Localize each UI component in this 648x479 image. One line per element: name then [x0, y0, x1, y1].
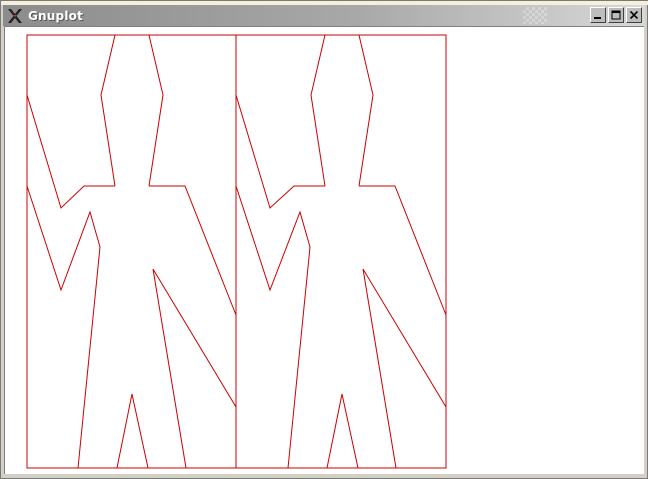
arm-right-upper	[359, 185, 447, 316]
plot-frame-right	[235, 34, 447, 469]
plot-area	[26, 34, 447, 469]
arm-right-upper	[149, 185, 237, 316]
gnuplot-window: Gnuplot	[0, 0, 648, 479]
arm-right-lower	[362, 268, 447, 469]
head-right-edge	[148, 34, 164, 187]
figure-right	[235, 34, 447, 469]
maximize-button[interactable]	[608, 7, 624, 23]
legs	[326, 393, 359, 469]
maximize-icon	[611, 10, 621, 20]
x-logo-icon[interactable]	[6, 7, 24, 25]
window-title: Gnuplot	[28, 8, 84, 23]
close-button[interactable]	[626, 7, 642, 23]
plot-frame-left	[26, 34, 237, 469]
arm-left-upper	[235, 94, 325, 209]
arm-left-lower	[235, 185, 311, 469]
title-bar[interactable]: Gnuplot	[3, 5, 645, 26]
window-controls	[590, 7, 642, 23]
arm-left-lower	[26, 185, 101, 469]
head-left-edge	[310, 34, 326, 187]
minimize-button[interactable]	[590, 7, 606, 23]
legs	[116, 393, 149, 469]
minimize-icon	[594, 17, 601, 19]
head-left-edge	[100, 34, 116, 187]
close-icon	[629, 10, 639, 20]
plot-canvas[interactable]	[4, 26, 644, 474]
titlebar-pattern	[523, 7, 547, 24]
arm-left-upper	[26, 94, 115, 209]
head-right-edge	[358, 34, 374, 187]
figure-left	[26, 34, 237, 469]
arm-right-lower	[152, 268, 237, 469]
